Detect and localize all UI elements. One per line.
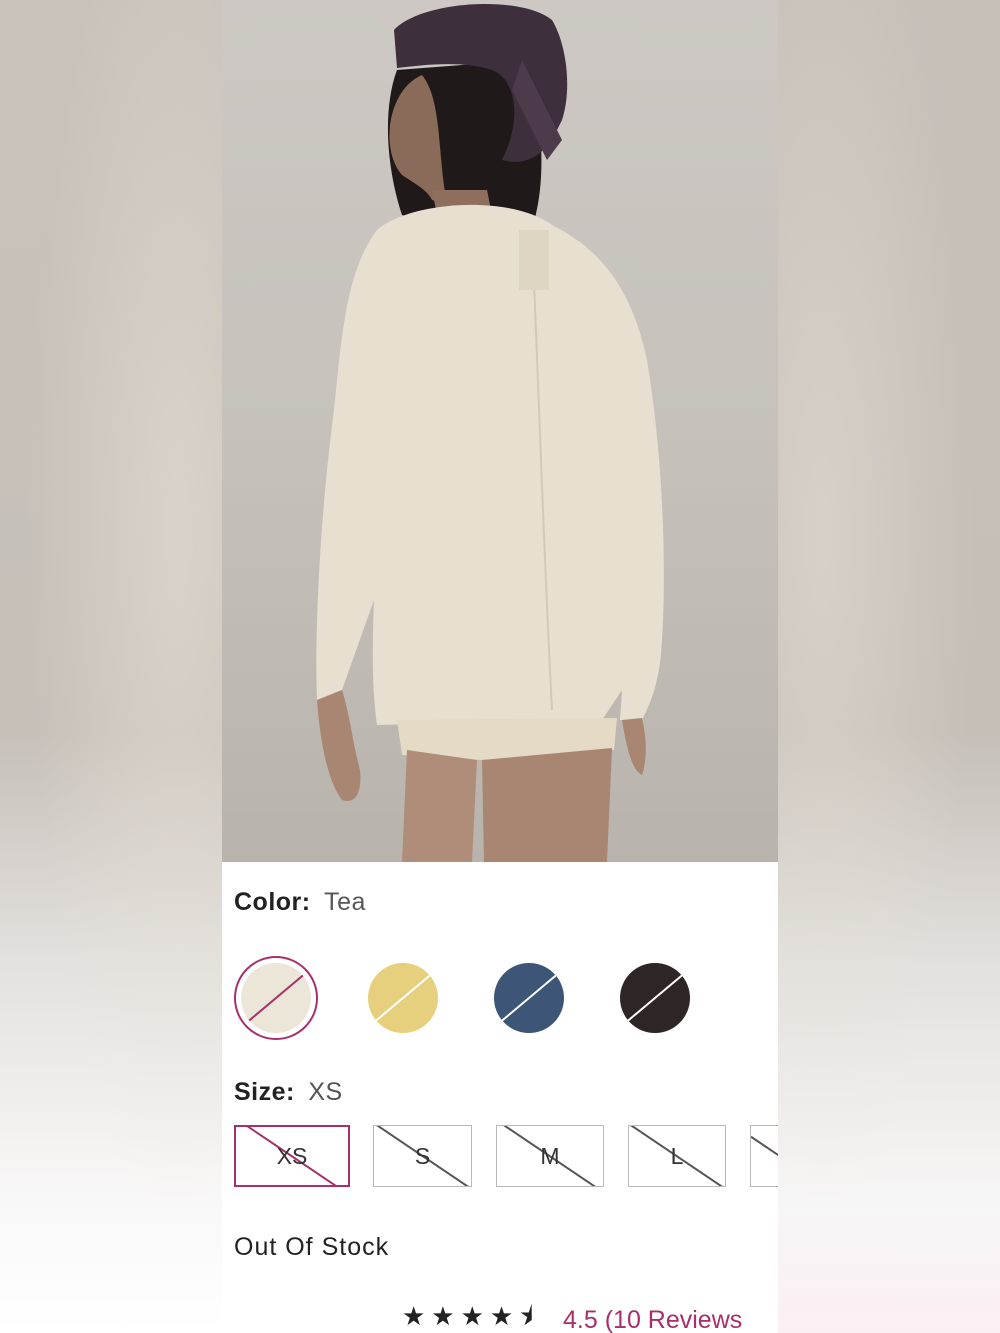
star-rating-icon: ★★★★⯨ <box>402 1301 540 1331</box>
size-option-next[interactable] <box>750 1125 778 1187</box>
size-option-label: L <box>670 1142 684 1169</box>
unavailable-slash <box>624 972 686 1024</box>
color-label: Color: <box>234 888 311 916</box>
size-option-label: XS <box>276 1142 308 1169</box>
product-photo[interactable] <box>222 0 778 862</box>
product-page: Color: Tea Size: XS XS S M L Out Of Stoc… <box>222 0 778 1333</box>
size-option-l[interactable]: L <box>628 1125 726 1187</box>
size-option-s[interactable]: S <box>373 1125 472 1187</box>
swatch-black[interactable] <box>620 963 690 1033</box>
background-blur-right <box>778 0 1000 1333</box>
unavailable-slash <box>245 972 307 1024</box>
size-option-label: S <box>414 1142 431 1169</box>
size-option-xs[interactable]: XS <box>234 1125 350 1187</box>
selected-size: XS <box>308 1078 343 1106</box>
unavailable-slash <box>372 972 434 1024</box>
swatch-yellow[interactable] <box>368 963 438 1033</box>
color-row: Color: Tea <box>234 888 366 917</box>
swatch-navy[interactable] <box>494 963 564 1033</box>
selected-color: Tea <box>324 888 366 916</box>
unavailable-slash <box>751 1135 778 1177</box>
swatch-tea[interactable] <box>241 963 311 1033</box>
stock-status: Out Of Stock <box>234 1233 390 1261</box>
rating-row[interactable]: ★★★★⯨ 4.5 (10 Reviews <box>402 1301 742 1333</box>
unavailable-slash <box>498 972 560 1024</box>
size-label: Size: <box>234 1078 295 1106</box>
background-blur-left <box>0 0 222 1333</box>
size-row: Size: XS <box>234 1078 343 1107</box>
size-option-label: M <box>540 1142 560 1169</box>
size-option-m[interactable]: M <box>496 1125 604 1187</box>
reviews-link[interactable]: 4.5 (10 Reviews <box>563 1306 742 1333</box>
